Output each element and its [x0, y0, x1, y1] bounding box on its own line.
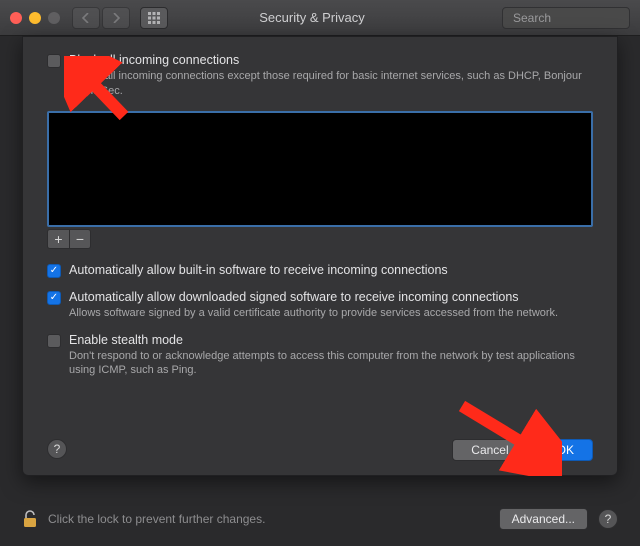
search-field[interactable]	[502, 7, 630, 29]
close-window-icon[interactable]	[10, 12, 22, 24]
question-icon: ?	[54, 442, 61, 456]
block-all-row: Block all incoming connections Blocks al…	[47, 53, 593, 99]
stealth-description: Don't respond to or acknowledge attempts…	[69, 349, 593, 379]
plus-icon: +	[54, 231, 62, 247]
ok-button[interactable]: OK	[538, 439, 593, 461]
auto-signed-row: Automatically allow downloaded signed so…	[47, 290, 593, 321]
minimize-window-icon[interactable]	[29, 12, 41, 24]
minus-icon: −	[76, 231, 84, 247]
stealth-checkbox[interactable]	[47, 334, 61, 348]
auto-builtin-label: Automatically allow built-in software to…	[69, 263, 448, 277]
forward-button[interactable]	[102, 7, 130, 29]
window-footer: Click the lock to prevent further change…	[0, 494, 640, 546]
search-input[interactable]	[513, 11, 640, 25]
window-help-button[interactable]: ?	[598, 509, 618, 529]
add-app-button[interactable]: +	[47, 229, 69, 249]
lock-text: Click the lock to prevent further change…	[48, 512, 499, 526]
window-controls	[10, 12, 60, 24]
window-title: Security & Privacy	[122, 10, 502, 25]
cancel-label: Cancel	[471, 443, 508, 457]
ok-label: OK	[557, 443, 574, 457]
question-icon: ?	[605, 512, 612, 526]
zoom-window-icon[interactable]	[48, 12, 60, 24]
nav-buttons	[72, 7, 130, 29]
firewall-options-sheet: Block all incoming connections Blocks al…	[22, 36, 618, 476]
auto-signed-description: Allows software signed by a valid certif…	[69, 306, 558, 321]
auto-builtin-checkbox[interactable]	[47, 264, 61, 278]
auto-signed-label: Automatically allow downloaded signed so…	[69, 290, 558, 304]
advanced-button[interactable]: Advanced...	[499, 508, 588, 530]
back-button[interactable]	[72, 7, 100, 29]
remove-app-button[interactable]: −	[69, 229, 91, 249]
cancel-button[interactable]: Cancel	[452, 439, 527, 461]
window-titlebar: Security & Privacy	[0, 0, 640, 36]
auto-signed-checkbox[interactable]	[47, 291, 61, 305]
block-all-description: Blocks all incoming connections except t…	[69, 69, 593, 99]
sheet-help-button[interactable]: ?	[47, 439, 67, 459]
stealth-label: Enable stealth mode	[69, 333, 593, 347]
block-all-checkbox[interactable]	[47, 54, 61, 68]
block-all-label: Block all incoming connections	[69, 53, 593, 67]
stealth-row: Enable stealth mode Don't respond to or …	[47, 333, 593, 379]
advanced-label: Advanced...	[512, 512, 575, 526]
apps-listbox[interactable]	[47, 111, 593, 227]
lock-button[interactable]	[22, 509, 38, 529]
sheet-footer: Cancel OK	[452, 439, 593, 461]
auto-builtin-row: Automatically allow built-in software to…	[47, 263, 593, 278]
unlocked-lock-icon	[23, 510, 37, 528]
list-edit-buttons: + −	[47, 229, 593, 249]
